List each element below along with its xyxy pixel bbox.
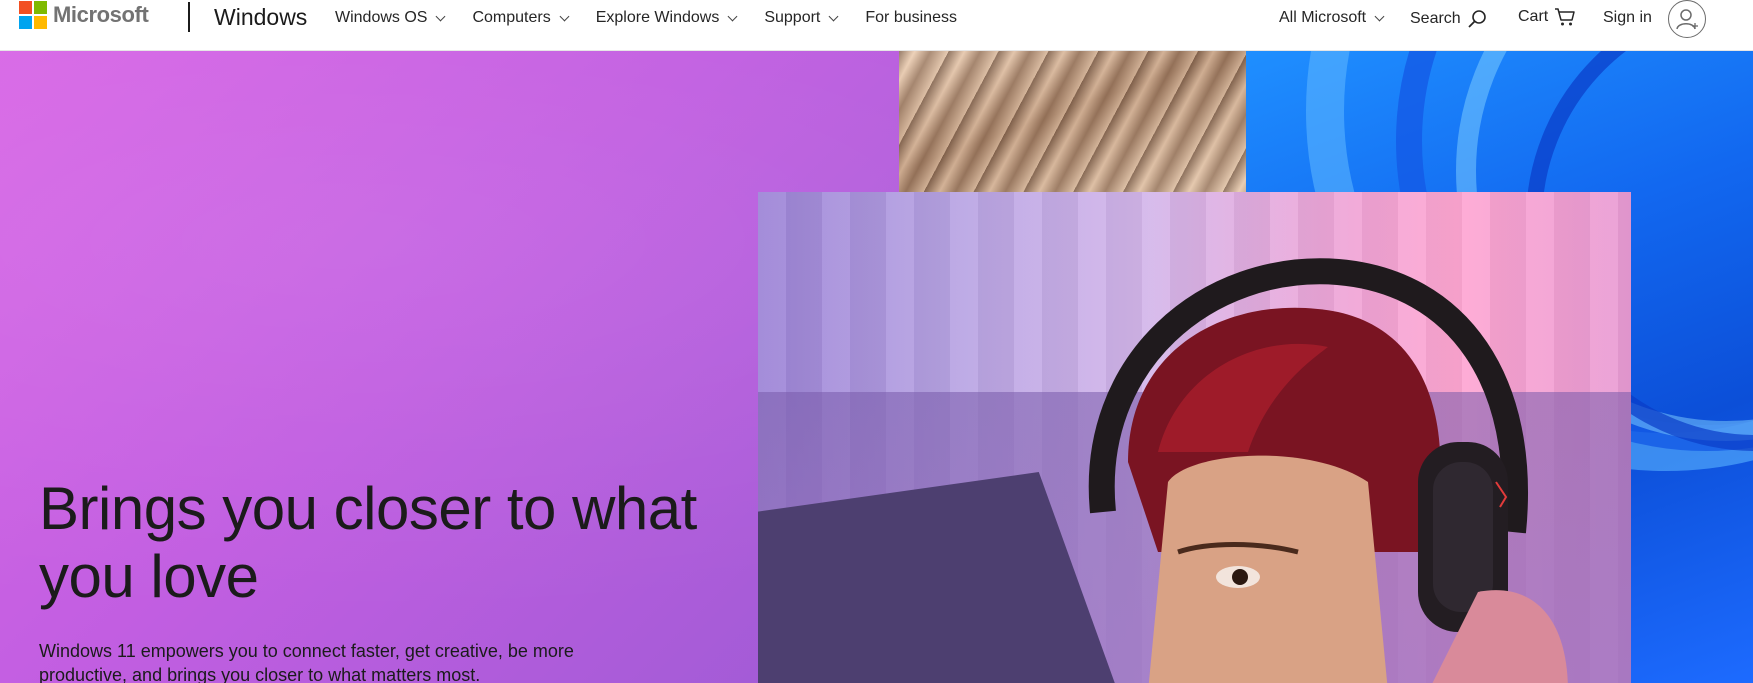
sign-in-label: Sign in bbox=[1603, 9, 1652, 26]
chevron-down-icon bbox=[1374, 11, 1385, 21]
all-microsoft-menu[interactable]: All Microsoft bbox=[1279, 9, 1385, 27]
nav-label: Explore Windows bbox=[595, 9, 720, 26]
search-label: Search bbox=[1410, 10, 1461, 27]
chevron-down-icon bbox=[559, 11, 570, 21]
header-divider bbox=[188, 2, 190, 32]
cart-button[interactable]: Cart bbox=[1518, 7, 1576, 27]
all-microsoft-label: All Microsoft bbox=[1279, 9, 1367, 26]
nav-for-business[interactable]: For business bbox=[865, 9, 957, 27]
nav-label: Windows OS bbox=[335, 9, 428, 26]
main-nav: Windows OS Computers Explore Windows Sup… bbox=[335, 9, 985, 27]
hero-subtitle: Windows 11 empowers you to connect faste… bbox=[39, 641, 574, 683]
nav-label: Support bbox=[764, 9, 821, 26]
nav-label: Computers bbox=[472, 9, 551, 26]
cart-icon bbox=[1555, 8, 1575, 26]
sign-in-link[interactable]: Sign in bbox=[1603, 9, 1652, 27]
account-avatar-button[interactable] bbox=[1668, 0, 1706, 38]
blurred-portrait-image bbox=[899, 51, 1246, 192]
hero-title: Brings you closer to what you love bbox=[39, 475, 697, 610]
hero-section: Brings you closer to what you love Windo… bbox=[0, 51, 1753, 683]
nav-explore-windows[interactable]: Explore Windows bbox=[595, 9, 738, 27]
cart-label: Cart bbox=[1518, 8, 1549, 25]
microsoft-logo-text: Microsoft bbox=[53, 2, 149, 27]
nav-label: For business bbox=[865, 9, 957, 26]
chevron-down-icon bbox=[727, 11, 738, 21]
person-with-headset-illustration bbox=[1088, 258, 1568, 683]
user-icon bbox=[1676, 9, 1698, 30]
microsoft-logo[interactable]: Microsoft bbox=[19, 0, 149, 30]
gamer-photo bbox=[758, 192, 1631, 683]
microsoft-logo-icon bbox=[19, 1, 47, 29]
chevron-down-icon bbox=[436, 11, 446, 21]
nav-computers[interactable]: Computers bbox=[472, 9, 570, 27]
nav-support[interactable]: Support bbox=[764, 9, 839, 27]
windows-brand-link[interactable]: Windows bbox=[214, 4, 307, 31]
chevron-down-icon bbox=[828, 11, 839, 21]
search-button[interactable]: Search bbox=[1410, 9, 1487, 29]
site-header: Microsoft Windows Windows OS Computers E… bbox=[0, 0, 1753, 51]
nav-windows-os[interactable]: Windows OS bbox=[335, 9, 446, 27]
search-icon bbox=[1468, 10, 1486, 28]
